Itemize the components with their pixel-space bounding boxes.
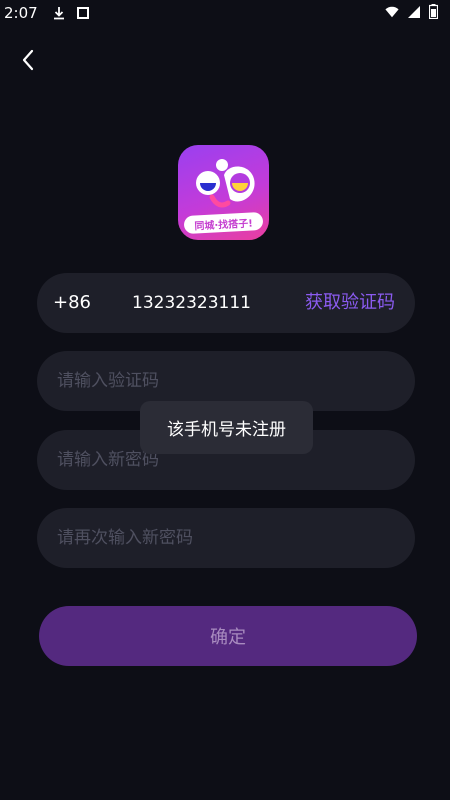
status-bar: 2:07 [0, 0, 450, 28]
download-icon [54, 7, 64, 20]
get-code-button[interactable]: 获取验证码 [305, 273, 395, 333]
repeat-password-field[interactable]: 请再次输入新密码 [37, 508, 415, 568]
back-button[interactable] [14, 46, 42, 74]
signal-icon [408, 5, 420, 18]
wifi-icon [385, 6, 399, 17]
toast-message: 该手机号未注册 [140, 401, 313, 454]
phone-field: +86 13232323111 获取验证码 [37, 273, 415, 333]
status-right-icons [385, 4, 438, 19]
phone-input[interactable]: 13232323111 [132, 273, 251, 333]
status-time: 2:07 [4, 4, 38, 22]
repeat-password-input[interactable]: 请再次输入新密码 [57, 508, 193, 568]
box-icon [77, 7, 89, 19]
country-code-selector[interactable]: +86 [53, 273, 91, 333]
chevron-left-icon [22, 49, 34, 71]
app-logo: 同城·找搭子! [178, 145, 269, 240]
confirm-button[interactable]: 确定 [39, 606, 417, 666]
battery-icon [429, 4, 438, 19]
status-left-icons [52, 6, 90, 20]
